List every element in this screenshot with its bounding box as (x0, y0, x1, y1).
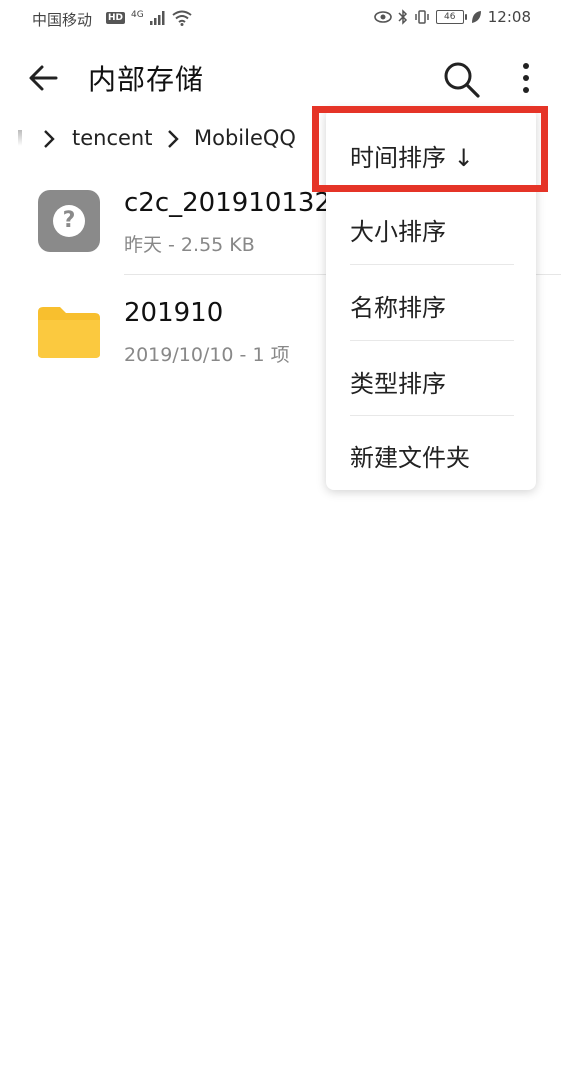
bluetooth-icon (398, 9, 407, 25)
folder-icon (38, 307, 100, 358)
hd-badge: HD (106, 12, 126, 24)
highlight-box (312, 106, 548, 192)
menu-divider (350, 264, 514, 265)
chevron-right-icon (168, 130, 179, 148)
menu-divider (350, 340, 514, 341)
more-vertical-icon (523, 63, 529, 93)
eye-comfort-icon (373, 11, 392, 23)
carrier-label: 中国移动 (32, 11, 93, 29)
wifi-icon (172, 10, 192, 26)
search-button[interactable] (440, 58, 482, 100)
vibrate-icon (415, 10, 429, 24)
question-mark-icon: ? (53, 205, 85, 237)
status-bar: 中国移动 HD 4G 46 12:08 (0, 0, 561, 40)
page-title: 内部存储 (88, 63, 205, 96)
search-icon (444, 62, 480, 98)
menu-item-new-folder[interactable]: 新建文件夹 (350, 438, 470, 473)
clock: 12:08 (487, 8, 531, 26)
more-options-button[interactable] (514, 58, 538, 100)
leaf-icon (471, 11, 481, 23)
status-right: 46 12:08 (373, 8, 531, 26)
menu-item-sort-name[interactable]: 名称排序 (350, 288, 446, 323)
arrow-left-icon (29, 65, 58, 91)
menu-item-sort-size[interactable]: 大小排序 (350, 212, 446, 247)
network-indicators: HD 4G (106, 10, 192, 26)
breadcrumb-item-mobileqq[interactable]: MobileQQ (194, 126, 296, 150)
breadcrumb-item-tencent[interactable]: tencent (72, 126, 152, 150)
chevron-right-icon (44, 130, 55, 148)
unknown-file-icon: ? (38, 190, 100, 252)
breadcrumb-fade (18, 130, 22, 146)
file-name: c2c_201910132 (124, 188, 332, 218)
battery-icon: 46 (435, 10, 467, 24)
signal-icon (149, 11, 165, 25)
file-meta: 昨天 - 2.55 KB (124, 234, 255, 256)
folder-meta: 2019/10/10 - 1 项 (124, 344, 290, 366)
folder-name: 201910 (124, 298, 224, 328)
menu-item-sort-type[interactable]: 类型排序 (350, 364, 446, 399)
network-type: 4G (131, 10, 144, 20)
menu-divider (350, 415, 514, 416)
back-button[interactable] (24, 58, 64, 98)
